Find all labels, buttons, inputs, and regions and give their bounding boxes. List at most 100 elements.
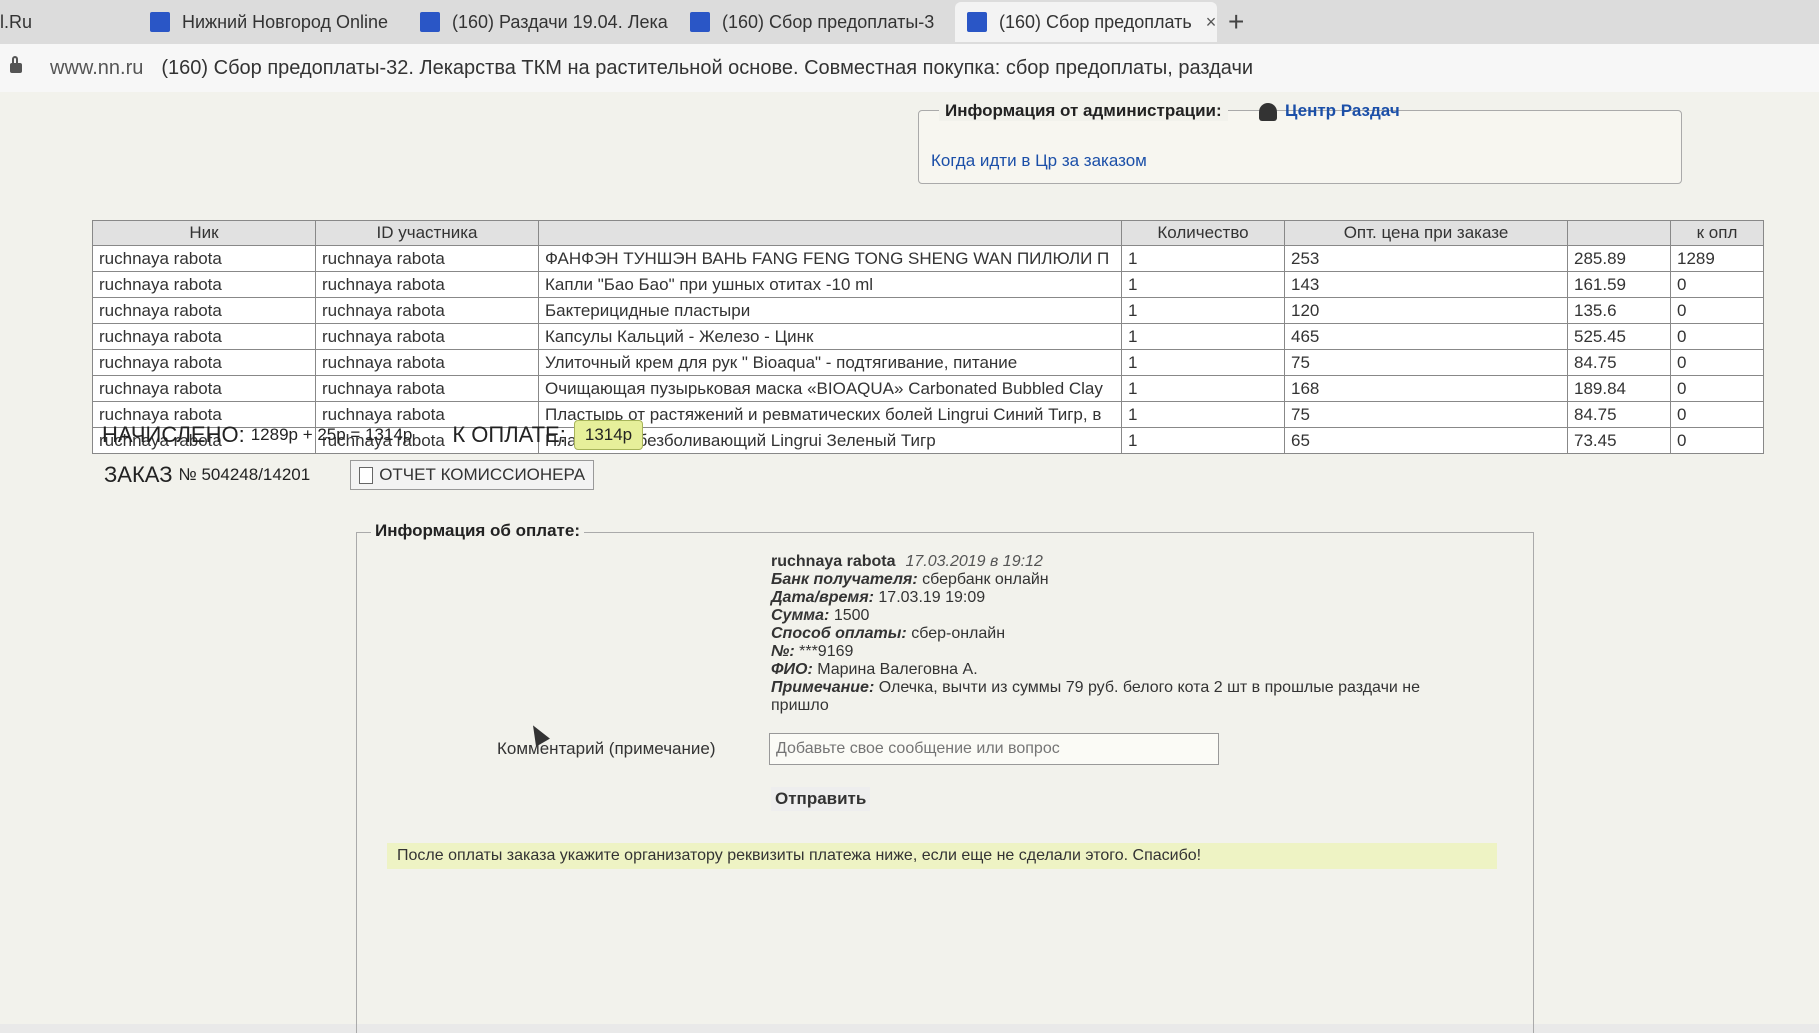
tab-1[interactable]: Нижний Новгород Online bbox=[150, 2, 390, 42]
order-number: № 504248/14201 bbox=[178, 465, 311, 484]
cell-quantity: 1 bbox=[1121, 271, 1285, 298]
new-tab-button[interactable]: + bbox=[1228, 6, 1244, 38]
cell-member-id[interactable]: ruchnaya rabota bbox=[315, 323, 539, 350]
cell-member-id[interactable]: ruchnaya rabota bbox=[315, 271, 539, 298]
send-button[interactable]: Отправить bbox=[771, 787, 871, 811]
header-product bbox=[538, 220, 1122, 246]
site-favicon-icon bbox=[150, 12, 170, 32]
payment-field-label: ФИО: bbox=[771, 661, 813, 678]
payment-field-label: Банк получателя: bbox=[771, 571, 918, 588]
tab-label: (160) Сбор предоплаты-3 bbox=[722, 11, 935, 32]
header-price-fee bbox=[1567, 220, 1671, 246]
cell-nick: ruchnaya rabota bbox=[92, 323, 316, 350]
cell-price-fee: 84.75 bbox=[1567, 401, 1671, 428]
cell-to-pay: 0 bbox=[1670, 427, 1764, 454]
header-wholesale-price: Опт. цена при заказе bbox=[1284, 220, 1568, 246]
header-nick: Ник bbox=[92, 220, 316, 246]
cell-nick: ruchnaya rabota bbox=[92, 271, 316, 298]
cell-price-fee: 84.75 bbox=[1567, 349, 1671, 376]
cell-wholesale-price: 168 bbox=[1284, 375, 1568, 402]
cell-to-pay: 0 bbox=[1670, 375, 1764, 402]
payment-field-label: №: bbox=[771, 643, 795, 660]
comment-input[interactable] bbox=[769, 733, 1219, 765]
cell-member-id[interactable]: ruchnaya rabota bbox=[315, 297, 539, 324]
payment-user: ruchnaya rabota bbox=[771, 553, 896, 570]
lock-icon bbox=[10, 56, 22, 73]
table-row: ruchnaya rabota ruchnaya rabota ФАНФЭН ТУН… bbox=[92, 245, 1764, 272]
payment-field: Примечание: Олечка, вычти из суммы 79 ру… bbox=[771, 679, 1451, 715]
payment-header: ruchnaya rabota 17.03.2019 в 19:12 bbox=[771, 553, 1451, 571]
cell-member-id[interactable]: ruchnaya rabota bbox=[315, 349, 539, 376]
tab-label: (160) Сбор предоплать bbox=[999, 11, 1192, 32]
cell-product: Капсулы Кальций - Железо - Цинк bbox=[538, 323, 1122, 350]
payment-field-value: ***9169 bbox=[799, 643, 854, 660]
payment-field-value: 1500 bbox=[833, 607, 870, 624]
address-bar[interactable]: www.nn.ru (160) Сбор предоплаты-32. Лека… bbox=[0, 44, 1819, 92]
payment-posted-date: 17.03.2019 в 19:12 bbox=[905, 553, 1043, 570]
payment-info-box: Информация об оплате: ruchnaya rabota 17.… bbox=[356, 521, 1534, 1033]
table-row: ruchnaya rabota ruchnaya rabota Капсулы Ка… bbox=[92, 323, 1764, 350]
page-content: Информация от администрации: Центр Разда… bbox=[0, 92, 1819, 1033]
report-button-label: ОТЧЕТ КОМИССИОНЕРА bbox=[379, 465, 586, 484]
tab-2[interactable]: (160) Раздачи 19.04. Лека bbox=[420, 2, 670, 42]
tab-3[interactable]: (160) Сбор предоплаты-3 bbox=[690, 2, 940, 42]
cell-nick: ruchnaya rabota bbox=[92, 375, 316, 402]
cell-product: Улиточный крем для рук " Bioaqua" - подт… bbox=[538, 349, 1122, 376]
cell-product: ФАНФЭН ТУНШЭН ВАНЬ FANG FENG TONG SHENG … bbox=[538, 245, 1122, 272]
payment-field: ФИО: Марина Валеговна А. bbox=[771, 661, 1451, 679]
user-icon bbox=[1259, 102, 1277, 121]
site-favicon-icon bbox=[690, 12, 710, 32]
cell-quantity: 1 bbox=[1121, 349, 1285, 376]
cell-quantity: 1 bbox=[1121, 401, 1285, 428]
payment-details: ruchnaya rabota 17.03.2019 в 19:12 Банк п… bbox=[771, 553, 1451, 715]
payment-info-title: Информация об оплате: bbox=[371, 521, 584, 541]
accrued-value: 1289р + 25р = 1314р bbox=[250, 425, 413, 444]
cell-member-id[interactable]: ruchnaya rabota bbox=[315, 245, 539, 272]
distribution-center-label: Центр Раздач bbox=[1285, 101, 1400, 120]
cell-to-pay: 0 bbox=[1670, 297, 1764, 324]
cell-nick: ruchnaya rabota bbox=[92, 349, 316, 376]
when-to-go-link[interactable]: Когда идти в Цр за заказом bbox=[931, 151, 1147, 171]
due-amount-badge: 1314р bbox=[573, 420, 644, 450]
table-row: ruchnaya rabota ruchnaya rabota Бактерицид… bbox=[92, 297, 1764, 324]
tab-0[interactable]: l.Ru bbox=[0, 2, 110, 42]
payment-field-label: Способ оплаты: bbox=[771, 625, 907, 642]
table-row: ruchnaya rabota ruchnaya rabota Капли "Бао… bbox=[92, 271, 1764, 298]
table-row: ruchnaya rabota ruchnaya rabota Очищающая … bbox=[92, 375, 1764, 402]
document-icon bbox=[359, 466, 374, 484]
payment-field-value: Марина Валеговна А. bbox=[817, 661, 978, 678]
cell-price-fee: 285.89 bbox=[1567, 245, 1671, 272]
cell-price-fee: 161.59 bbox=[1567, 271, 1671, 298]
cell-price-fee: 189.84 bbox=[1567, 375, 1671, 402]
cell-price-fee: 135.6 bbox=[1567, 297, 1671, 324]
payment-field: №: ***9169 bbox=[771, 643, 1451, 661]
comment-label: Комментарий (примечание) bbox=[497, 739, 716, 758]
cell-product: Очищающая пузырьковая маска «BIOAQUA» Ca… bbox=[538, 375, 1122, 402]
cell-member-id[interactable]: ruchnaya rabota bbox=[315, 375, 539, 402]
payment-field: Способ оплаты: сбер-онлайн bbox=[771, 625, 1451, 643]
site-favicon-icon bbox=[967, 12, 987, 32]
header-quantity: Количество bbox=[1121, 220, 1285, 246]
cell-wholesale-price: 465 bbox=[1284, 323, 1568, 350]
table-header-row: Ник ID участника Количество Опт. цена пр… bbox=[92, 220, 1764, 246]
cell-quantity: 1 bbox=[1121, 427, 1285, 454]
payment-field: Дата/время: 17.03.19 19:09 bbox=[771, 589, 1451, 607]
cell-wholesale-price: 65 bbox=[1284, 427, 1568, 454]
order-line: ЗАКАЗ № 504248/14201 ОТЧЕТ КОМИССИОНЕРА bbox=[104, 460, 595, 490]
cell-wholesale-price: 253 bbox=[1284, 245, 1568, 272]
tab-4-active[interactable]: (160) Сбор предоплать × bbox=[955, 2, 1217, 42]
cell-to-pay: 0 bbox=[1670, 323, 1764, 350]
cell-to-pay: 0 bbox=[1670, 401, 1764, 428]
header-to-pay: к опл bbox=[1670, 220, 1764, 246]
cell-wholesale-price: 75 bbox=[1284, 349, 1568, 376]
close-tab-icon[interactable]: × bbox=[1206, 12, 1217, 33]
payment-field-value: сбербанк онлайн bbox=[922, 571, 1049, 588]
tab-label: l.Ru bbox=[0, 11, 33, 32]
cell-to-pay: 0 bbox=[1670, 349, 1764, 376]
distribution-center-link[interactable]: Центр Раздач bbox=[1259, 101, 1400, 121]
site-favicon-icon bbox=[420, 12, 440, 32]
cell-quantity: 1 bbox=[1121, 323, 1285, 350]
due-label: К ОПЛАТЕ: bbox=[452, 422, 566, 447]
cell-price-fee: 525.45 bbox=[1567, 323, 1671, 350]
commissioner-report-button[interactable]: ОТЧЕТ КОМИССИОНЕРА bbox=[350, 460, 595, 490]
